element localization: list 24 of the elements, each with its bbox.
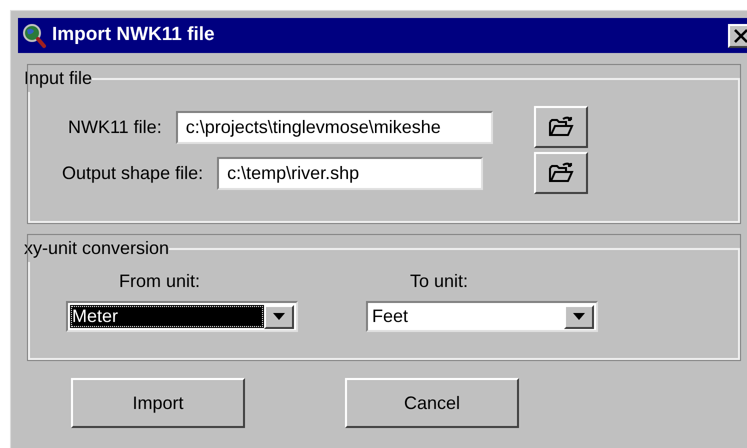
dropdown-label: To unit: [410,270,470,293]
dialog-button[interactable]: Import [71,378,245,428]
dropdown-arrow-button[interactable] [264,304,294,328]
unit-dropdown[interactable]: Feet [366,301,598,332]
caret-icon [573,313,585,320]
close-button[interactable] [728,24,747,48]
open-folder-icon [548,116,574,138]
caret-icon [273,313,285,320]
path-field[interactable]: c:\temp\river.shp [217,156,484,190]
magnifier-globe-icon [22,22,46,48]
dropdown-arrow-button[interactable] [564,304,594,328]
dropdown-label: From unit: [119,270,202,293]
field-label: NWK11 file: [68,116,162,138]
unit-dropdown[interactable]: Meter [66,301,298,332]
group-title: Input file [24,67,92,90]
group-title: xy-unit conversion [24,237,170,260]
path-field[interactable]: c:\projects\tinglevmose\mikeshe [176,110,493,144]
field-label: Output shape file: [62,162,204,185]
dialog-button[interactable]: Cancel [345,378,519,428]
browse-button[interactable] [534,152,588,194]
close-icon [734,28,747,42]
browse-button[interactable] [534,106,588,148]
window-title: Import NWK11 file [52,23,215,48]
open-folder-icon [548,162,574,184]
